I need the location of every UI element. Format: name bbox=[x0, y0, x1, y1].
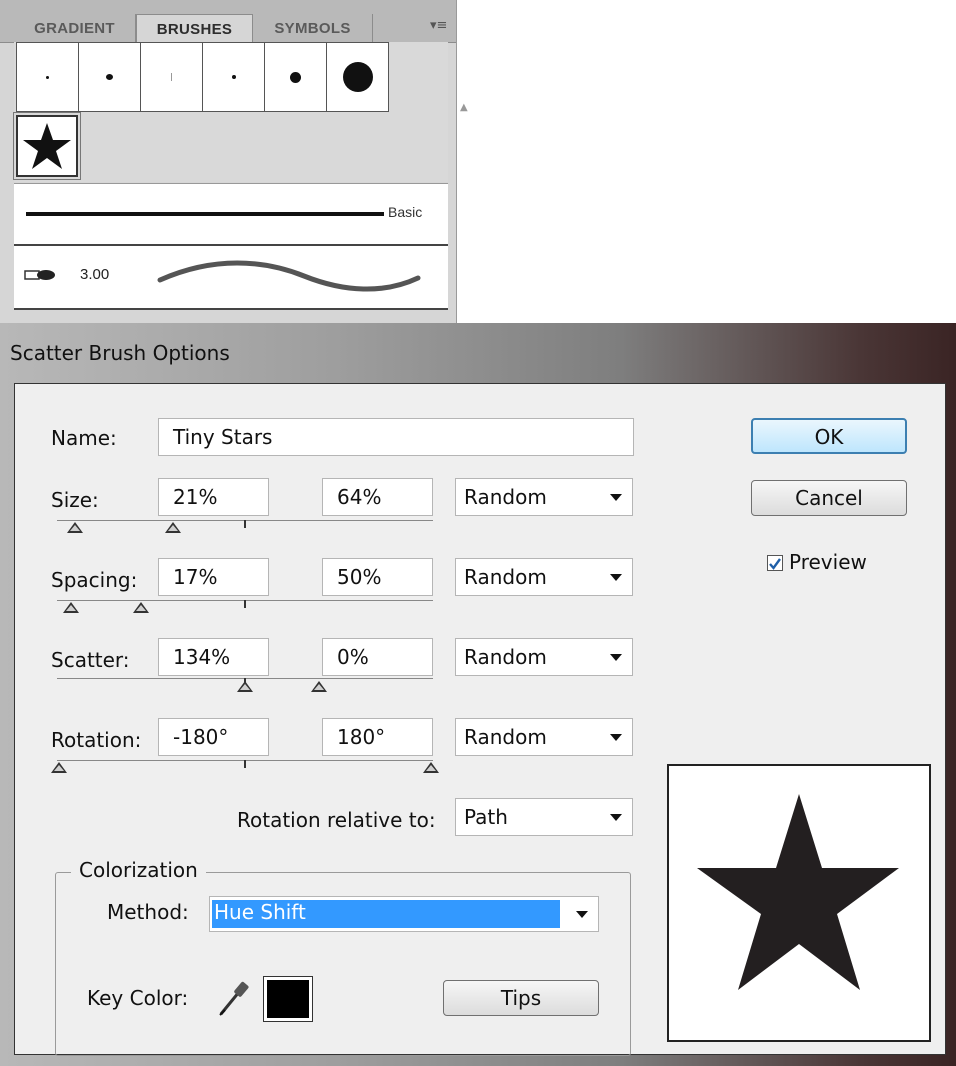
size-max-slider-handle[interactable] bbox=[165, 522, 181, 533]
size-mode-select[interactable]: Random bbox=[455, 478, 633, 516]
tab-gradient[interactable]: GRADIENT bbox=[14, 14, 136, 42]
rotation-relative-value: Path bbox=[464, 805, 508, 829]
chevron-down-icon bbox=[610, 574, 622, 581]
star-icon bbox=[697, 794, 899, 990]
rotation-mode-select[interactable]: Random bbox=[455, 718, 633, 756]
rotation-label: Rotation: bbox=[51, 728, 142, 752]
tab-symbols[interactable]: SYMBOLS bbox=[253, 14, 373, 42]
colorization-legend: Colorization bbox=[71, 858, 206, 882]
scatter-brush-options-dialog: Scatter Brush Options Name: Tiny Stars S… bbox=[0, 323, 956, 1066]
brush-row-calligraphic[interactable]: 3.00 bbox=[14, 244, 448, 310]
eyedropper-icon[interactable] bbox=[217, 978, 251, 1018]
brush-row-basic[interactable]: Basic bbox=[14, 183, 448, 244]
calligraphic-brush-icon bbox=[24, 270, 55, 280]
spacing-label: Spacing: bbox=[51, 568, 138, 592]
size-min-slider-handle[interactable] bbox=[67, 522, 83, 533]
scatter-max-input[interactable]: 0% bbox=[322, 638, 433, 676]
brush-swatch-5[interactable] bbox=[264, 42, 327, 112]
chevron-down-icon bbox=[610, 814, 622, 821]
scatter-min-slider-handle[interactable] bbox=[237, 681, 253, 692]
calligraphic-size-value: 3.00 bbox=[80, 266, 110, 283]
tips-button[interactable]: Tips bbox=[443, 980, 599, 1016]
brush-swatch-star[interactable] bbox=[13, 112, 81, 180]
cancel-button[interactable]: Cancel bbox=[751, 480, 907, 516]
scatter-mode-value: Random bbox=[464, 645, 547, 669]
panel-tab-bar: GRADIENT BRUSHES SYMBOLS ▾≡ bbox=[0, 0, 456, 43]
brush-swatch-2[interactable] bbox=[78, 42, 141, 112]
rotation-min-input[interactable]: -180° bbox=[158, 718, 269, 756]
scatter-max-slider-handle[interactable] bbox=[311, 681, 327, 692]
spacing-min-input[interactable]: 17% bbox=[158, 558, 269, 596]
key-color-swatch[interactable] bbox=[263, 976, 313, 1022]
key-color-label: Key Color: bbox=[87, 986, 189, 1010]
preview-checkbox[interactable] bbox=[767, 555, 783, 571]
calligraphic-stroke-preview bbox=[157, 260, 421, 292]
size-mode-value: Random bbox=[464, 485, 547, 509]
brushes-panel: GRADIENT BRUSHES SYMBOLS ▾≡ ▲ Basic 3.00 bbox=[0, 0, 468, 330]
size-min-input[interactable]: 21% bbox=[158, 478, 269, 516]
rotation-mode-value: Random bbox=[464, 725, 547, 749]
spacing-max-input[interactable]: 50% bbox=[322, 558, 433, 596]
checkmark-icon bbox=[769, 558, 781, 570]
brush-swatch-4[interactable] bbox=[202, 42, 265, 112]
scatter-label: Scatter: bbox=[51, 648, 130, 672]
size-slider-midpoint bbox=[244, 520, 246, 528]
preview-label: Preview bbox=[789, 550, 867, 574]
name-input[interactable]: Tiny Stars bbox=[158, 418, 634, 456]
name-label: Name: bbox=[51, 426, 117, 450]
rotation-max-input[interactable]: 180° bbox=[322, 718, 433, 756]
rotation-slider-midpoint bbox=[244, 760, 246, 768]
spacing-mode-value: Random bbox=[464, 565, 547, 589]
tab-brushes[interactable]: BRUSHES bbox=[136, 14, 253, 43]
key-color-fill bbox=[267, 980, 309, 1018]
dialog-content: Name: Tiny Stars Size: 21% 64% Random Sp… bbox=[14, 383, 946, 1056]
method-label: Method: bbox=[107, 900, 189, 924]
scroll-up-arrow-icon[interactable]: ▲ bbox=[460, 102, 468, 113]
rotation-relative-label: Rotation relative to: bbox=[237, 808, 436, 832]
spacing-min-slider-handle[interactable] bbox=[63, 602, 79, 613]
dialog-title: Scatter Brush Options bbox=[10, 341, 230, 365]
spacing-slider-midpoint bbox=[244, 600, 246, 608]
rotation-max-slider-handle[interactable] bbox=[423, 762, 439, 773]
basic-stroke-preview bbox=[26, 212, 384, 216]
size-max-input[interactable]: 64% bbox=[322, 478, 433, 516]
chevron-down-icon bbox=[610, 494, 622, 501]
basic-brush-label: Basic bbox=[388, 204, 423, 220]
brush-swatch-1[interactable] bbox=[16, 42, 79, 112]
panel-menu-icon[interactable]: ▾≡ bbox=[430, 18, 447, 33]
scatter-mode-select[interactable]: Random bbox=[455, 638, 633, 676]
spacing-mode-select[interactable]: Random bbox=[455, 558, 633, 596]
brush-swatch-3[interactable] bbox=[140, 42, 203, 112]
size-label: Size: bbox=[51, 488, 99, 512]
ok-button[interactable]: OK bbox=[751, 418, 907, 454]
brush-preview-box bbox=[667, 764, 931, 1042]
spacing-max-slider-handle[interactable] bbox=[133, 602, 149, 613]
method-value: Hue Shift bbox=[212, 900, 560, 928]
method-select[interactable]: Hue Shift bbox=[209, 896, 599, 932]
chevron-down-icon bbox=[576, 911, 588, 918]
brush-thumbnail-grid: ▲ bbox=[13, 42, 468, 182]
star-icon bbox=[23, 123, 71, 169]
rotation-min-slider-handle[interactable] bbox=[51, 762, 67, 773]
chevron-down-icon bbox=[610, 654, 622, 661]
chevron-down-icon bbox=[610, 734, 622, 741]
rotation-relative-select[interactable]: Path bbox=[455, 798, 633, 836]
brush-swatch-6[interactable] bbox=[326, 42, 389, 112]
scatter-min-input[interactable]: 134% bbox=[158, 638, 269, 676]
